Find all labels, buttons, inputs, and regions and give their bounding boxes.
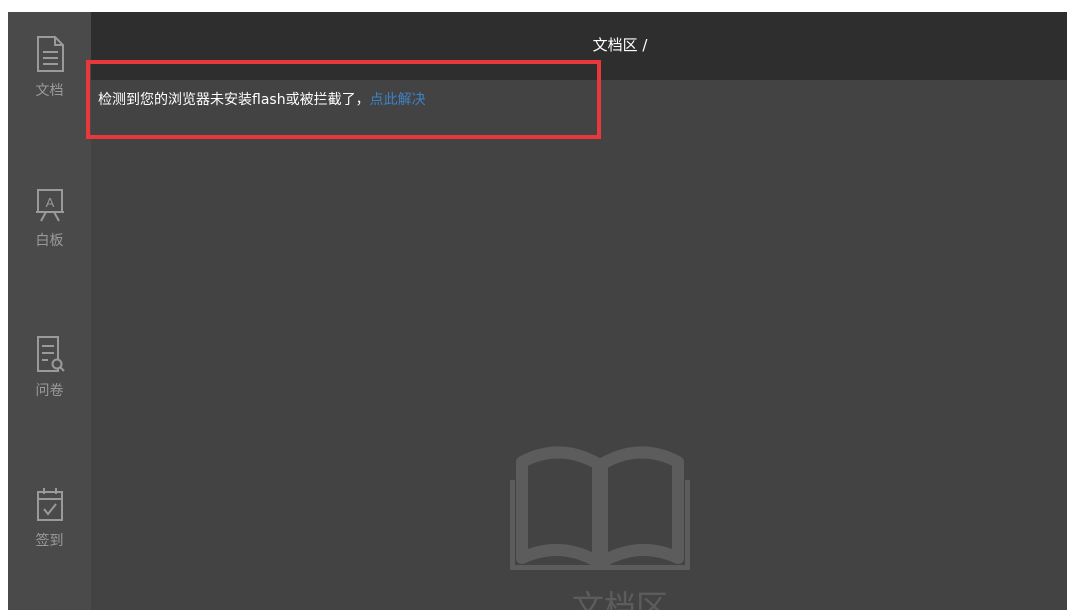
sidebar-item-label: 文档 — [35, 83, 64, 99]
sidebar-item-label: 问卷 — [35, 383, 64, 399]
app-window: 文档 A 白板 问卷 签到 文档区 / 检测到您的浏览器未安装flash或被拦截… — [0, 0, 1067, 610]
sidebar-item-whiteboard[interactable]: A 白板 — [8, 184, 91, 250]
sidebar-item-label: 白板 — [35, 233, 64, 249]
document-icon — [36, 36, 64, 72]
checkin-calendar-icon — [36, 488, 63, 521]
questionnaire-icon — [36, 336, 65, 372]
empty-state-label: 文档区 — [571, 588, 668, 610]
breadcrumb: 文档区 / — [592, 36, 648, 54]
sidebar-item-questionnaire[interactable]: 问卷 — [8, 334, 91, 400]
highlight-box — [86, 60, 601, 139]
sidebar: 文档 A 白板 问卷 签到 — [8, 12, 91, 610]
sidebar-item-checkin[interactable]: 签到 — [8, 484, 91, 550]
svg-text:A: A — [45, 195, 54, 210]
open-book-icon — [510, 446, 690, 570]
sidebar-item-document[interactable]: 文档 — [8, 34, 91, 100]
whiteboard-icon: A — [35, 189, 64, 222]
sidebar-item-label: 签到 — [35, 533, 64, 549]
